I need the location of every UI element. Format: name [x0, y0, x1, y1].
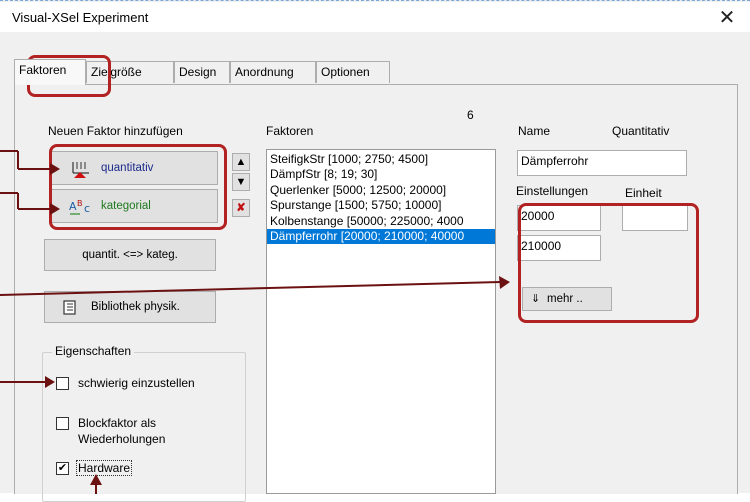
tab-faktoren[interactable]: Faktoren: [14, 59, 86, 85]
difficult-checkbox[interactable]: [56, 377, 69, 390]
factor-item-selected[interactable]: Dämpferrohr [20000; 210000; 40000: [267, 228, 495, 245]
categorical-icon: A B c: [69, 199, 90, 215]
experiment-dialog: Visual-XSel Experiment ✕ Faktoren Zielgr…: [0, 0, 750, 502]
factor-count: 6: [467, 108, 474, 122]
setting-level-1-input[interactable]: 20000: [517, 205, 601, 231]
close-icon[interactable]: ✕: [712, 4, 742, 30]
more-settings-button[interactable]: ⇓ mehr ..: [522, 287, 612, 311]
block-factor-checkbox[interactable]: [56, 417, 69, 430]
add-categorical-button[interactable]: A B c kategorial: [50, 189, 218, 223]
library-button[interactable]: Bibliothek physik.: [44, 291, 216, 323]
unit-input[interactable]: [622, 205, 688, 231]
hardware-checkbox[interactable]: ✔: [56, 462, 69, 475]
setting-level-2-input[interactable]: 210000: [517, 235, 601, 261]
quantitative-label: quantitativ: [101, 162, 154, 174]
factor-item[interactable]: Kolbenstange [50000; 225000; 4000: [267, 214, 495, 229]
factors-label: Faktoren: [266, 124, 314, 138]
settings-label: Einstellungen: [516, 184, 589, 198]
properties-title: Eigenschaften: [52, 344, 135, 358]
more-label: mehr ..: [547, 293, 583, 305]
svg-text:A: A: [69, 200, 77, 213]
window-title: Visual-XSel Experiment: [12, 10, 149, 25]
hardware-label: Hardware: [76, 460, 133, 476]
factors-list[interactable]: SteifigkStr [1000; 2750; 4500] DämpfStr …: [266, 149, 496, 494]
quantitative-type-label: Quantitativ: [612, 124, 670, 138]
tab-design[interactable]: Design: [174, 61, 230, 83]
checkmark-icon: ✔: [57, 462, 68, 474]
library-book-icon: [63, 300, 76, 315]
chevron-up-icon: ▲: [235, 156, 247, 168]
add-factor-label: Neuen Faktor hinzufügen: [48, 124, 183, 138]
delete-x-icon: ✘: [236, 202, 246, 214]
convert-type-button[interactable]: quantit. <=> kateg.: [44, 239, 216, 271]
svg-text:c: c: [84, 202, 90, 215]
library-label: Bibliothek physik.: [91, 301, 180, 313]
factor-item[interactable]: SteifigkStr [1000; 2750; 4500]: [267, 152, 495, 167]
svg-text:B: B: [77, 199, 83, 208]
factor-item[interactable]: Spurstange [1500; 5750; 10000]: [267, 198, 495, 213]
move-down-button[interactable]: ▼: [232, 173, 250, 191]
block-factor-label-line2: Wiederholungen: [78, 432, 166, 446]
factor-name-input[interactable]: Dämpferrohr: [517, 150, 687, 176]
add-quantitative-button[interactable]: quantitativ: [50, 151, 218, 185]
delete-factor-button[interactable]: ✘: [232, 199, 250, 217]
tab-anordnung[interactable]: Anordnung: [230, 61, 316, 83]
factor-item[interactable]: Querlenker [5000; 12500; 20000]: [267, 183, 495, 198]
move-up-button[interactable]: ▲: [232, 153, 250, 171]
factor-item[interactable]: DämpfStr [8; 19; 30]: [267, 167, 495, 182]
name-label: Name: [518, 124, 551, 138]
chevron-down-icon: ▼: [235, 176, 247, 188]
unit-label: Einheit: [625, 186, 662, 200]
title-bar: Visual-XSel Experiment ✕: [0, 2, 750, 32]
tab-zielgroesse[interactable]: Zielgröße: [86, 61, 174, 83]
categorical-label: kategorial: [101, 200, 151, 212]
block-factor-label-line1: Blockfaktor als: [78, 416, 157, 430]
quantitative-icon: [72, 162, 89, 178]
arrow-down-icon: ⇓: [531, 292, 541, 305]
difficult-label: schwierig einzustellen: [78, 376, 195, 390]
tab-optionen[interactable]: Optionen: [316, 61, 390, 83]
